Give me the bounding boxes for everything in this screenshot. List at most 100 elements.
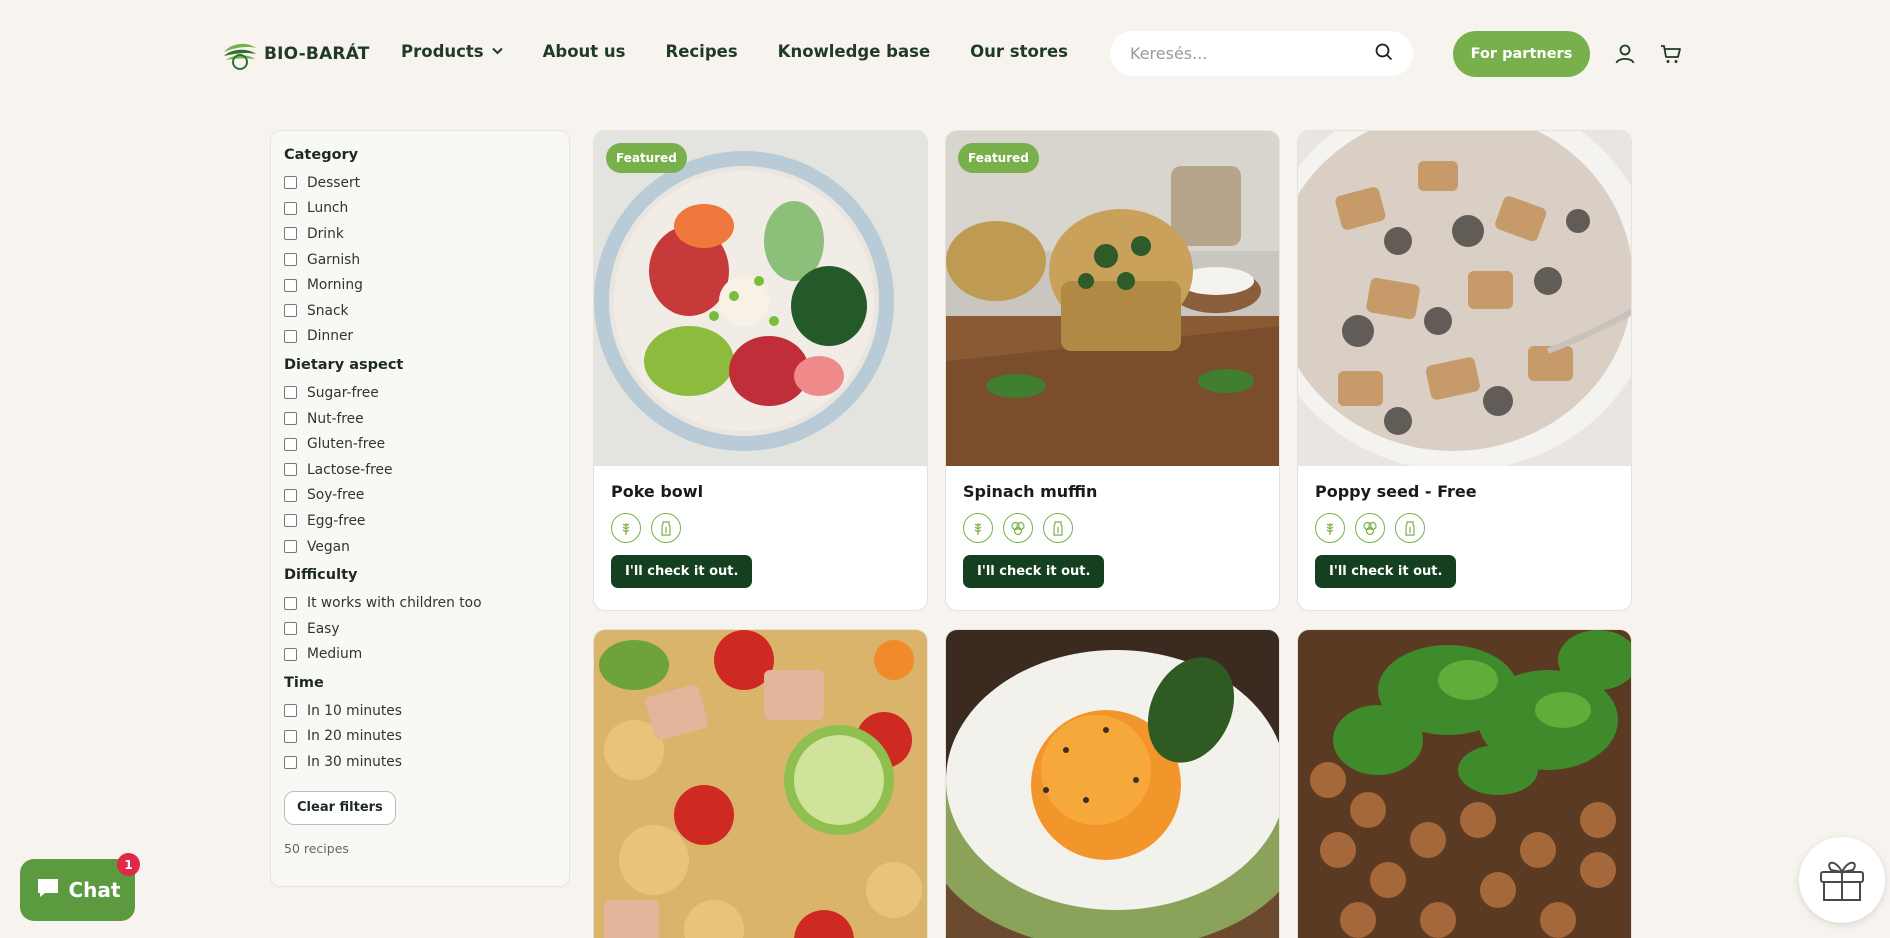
gift-button[interactable] xyxy=(1799,837,1885,923)
nav-label: Recipes xyxy=(665,42,738,61)
checkbox[interactable] xyxy=(284,729,297,743)
filter-option[interactable]: Dessert xyxy=(284,170,556,196)
checkbox[interactable] xyxy=(284,514,297,528)
nav-recipes[interactable]: Recipes xyxy=(666,42,738,61)
filter-option[interactable]: Lunch xyxy=(284,196,556,222)
lactose-free-icon xyxy=(651,513,681,543)
option-label: Easy xyxy=(307,620,340,637)
checkbox[interactable] xyxy=(284,278,297,292)
checkbox[interactable] xyxy=(284,227,297,241)
filter-option[interactable]: Snack xyxy=(284,298,556,324)
filter-sidebar: Category Dessert Lunch Drink Garnish Mor… xyxy=(270,130,570,887)
option-label: Snack xyxy=(307,302,349,319)
nav-about-us[interactable]: About us xyxy=(543,42,626,61)
search-box xyxy=(1110,31,1413,76)
logo[interactable]: BIO-BARÁT xyxy=(222,38,370,70)
dietary-icons xyxy=(1315,513,1614,543)
checkbox[interactable] xyxy=(284,755,297,769)
recipe-card[interactable]: Poppy seed - Free I'll check it out. xyxy=(1297,130,1632,611)
chat-bubble-icon xyxy=(35,876,61,905)
nav-label: About us xyxy=(542,42,626,61)
option-label: In 10 minutes xyxy=(307,702,402,719)
recipe-card[interactable] xyxy=(593,629,928,938)
filter-option[interactable]: Medium xyxy=(284,642,556,668)
recipe-image[interactable] xyxy=(594,630,927,938)
section-title: Dietary aspect xyxy=(284,357,404,374)
featured-badge: Featured xyxy=(606,143,687,173)
option-label: Morning xyxy=(307,277,363,294)
checkbox[interactable] xyxy=(284,704,297,718)
filter-option[interactable]: In 10 minutes xyxy=(284,698,556,724)
checkbox[interactable] xyxy=(284,329,297,343)
nut-free-icon xyxy=(1003,513,1033,543)
filter-option[interactable]: Egg-free xyxy=(284,508,556,534)
section-title: Difficulty xyxy=(284,567,358,584)
checkbox[interactable] xyxy=(284,647,297,661)
checkbox[interactable] xyxy=(284,412,297,426)
filter-option[interactable]: It works with children too xyxy=(284,590,556,616)
gift-icon xyxy=(1817,854,1867,906)
filter-option[interactable]: Lactose-free xyxy=(284,457,556,483)
filter-option[interactable]: Easy xyxy=(284,616,556,642)
check-it-out-button[interactable]: I'll check it out. xyxy=(1315,555,1457,588)
filter-section-difficulty: Difficulty It works with children too Ea… xyxy=(284,567,556,667)
filter-option[interactable]: Soy-free xyxy=(284,483,556,509)
filter-option[interactable]: Nut-free xyxy=(284,406,556,432)
nut-free-icon xyxy=(1355,513,1385,543)
checkbox[interactable] xyxy=(284,386,297,400)
recipe-card[interactable]: Featured Spinach muffin I'll check it ou… xyxy=(945,130,1280,611)
nav-products[interactable]: Products xyxy=(401,42,503,61)
option-label: In 20 minutes xyxy=(307,728,402,745)
egg-toast-image xyxy=(946,630,1279,938)
checkbox[interactable] xyxy=(284,596,297,610)
filter-option[interactable]: In 20 minutes xyxy=(284,724,556,750)
recipe-title: Spinach muffin xyxy=(963,482,1098,501)
filter-option[interactable]: Dinner xyxy=(284,324,556,350)
gluten-free-icon xyxy=(963,513,993,543)
recipe-image[interactable] xyxy=(1298,630,1631,938)
recipe-image[interactable]: Featured xyxy=(946,131,1279,466)
filter-option[interactable]: In 30 minutes xyxy=(284,749,556,775)
nav-knowledge-base[interactable]: Knowledge base xyxy=(778,42,930,61)
search-icon[interactable] xyxy=(1375,43,1393,65)
filter-option[interactable]: Morning xyxy=(284,272,556,298)
recipe-card[interactable] xyxy=(1297,629,1632,938)
option-label: It works with children too xyxy=(307,595,482,612)
checkbox[interactable] xyxy=(284,622,297,636)
checkbox[interactable] xyxy=(284,463,297,477)
checkbox[interactable] xyxy=(284,253,297,267)
filter-section-dietary: Dietary aspect Sugar-free Nut-free Glute… xyxy=(284,357,556,559)
for-partners-button[interactable]: For partners xyxy=(1453,31,1590,77)
check-it-out-button[interactable]: I'll check it out. xyxy=(963,555,1105,588)
filter-option[interactable]: Garnish xyxy=(284,247,556,273)
recipe-image[interactable] xyxy=(946,630,1279,938)
check-it-out-button[interactable]: I'll check it out. xyxy=(611,555,753,588)
recipe-image[interactable] xyxy=(1298,131,1631,466)
filter-option[interactable]: Sugar-free xyxy=(284,380,556,406)
filter-option[interactable]: Vegan xyxy=(284,534,556,560)
clear-filters-button[interactable]: Clear filters xyxy=(284,790,396,825)
checkbox[interactable] xyxy=(284,201,297,215)
account-icon[interactable] xyxy=(1613,42,1637,66)
checkbox[interactable] xyxy=(284,304,297,318)
option-label: Gluten-free xyxy=(307,436,386,453)
section-title: Time xyxy=(284,675,324,692)
recipe-image[interactable]: Featured xyxy=(594,131,927,466)
cart-icon[interactable] xyxy=(1659,42,1683,66)
checkbox[interactable] xyxy=(284,176,297,190)
filter-option[interactable]: Gluten-free xyxy=(284,431,556,457)
checkbox[interactable] xyxy=(284,488,297,502)
nav-our-stores[interactable]: Our stores xyxy=(970,42,1068,61)
option-label: Lunch xyxy=(307,200,349,217)
checkbox[interactable] xyxy=(284,437,297,451)
poke-bowl-image xyxy=(594,131,927,466)
checkbox[interactable] xyxy=(284,540,297,554)
recipe-card[interactable]: Featured Poke bowl I'll check it out. xyxy=(593,130,928,611)
option-label: In 30 minutes xyxy=(307,754,402,771)
lactose-free-icon xyxy=(1395,513,1425,543)
filter-option[interactable]: Drink xyxy=(284,221,556,247)
pasta-salad-image xyxy=(594,630,927,938)
recipe-card[interactable] xyxy=(945,629,1280,938)
search-input[interactable] xyxy=(1130,44,1375,63)
nav-label: Products xyxy=(401,42,484,61)
